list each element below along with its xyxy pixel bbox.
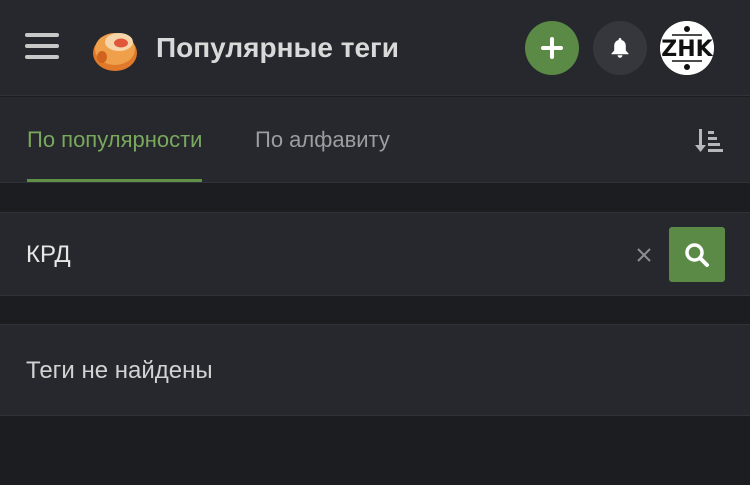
- app-logo-icon[interactable]: [88, 23, 142, 73]
- results-panel: Теги не найдены: [0, 324, 750, 416]
- tabs-bar: По популярности По алфавиту: [0, 97, 750, 183]
- bell-icon: [611, 38, 629, 58]
- plus-icon: [541, 37, 563, 59]
- clear-search-button[interactable]: [632, 243, 656, 267]
- sort-descending-icon: [695, 129, 723, 152]
- notifications-button[interactable]: [593, 21, 647, 75]
- add-button[interactable]: [525, 21, 579, 75]
- search-button[interactable]: [669, 227, 725, 282]
- menu-button[interactable]: [22, 26, 62, 66]
- tab-by-popularity[interactable]: По популярности: [27, 97, 203, 182]
- page-title: Популярные теги: [156, 32, 399, 63]
- avatar[interactable]: ZHK: [660, 21, 714, 75]
- avatar-label: ZHK: [661, 37, 713, 62]
- tag-search-panel: [0, 212, 750, 296]
- tab-alphabetical[interactable]: По алфавиту: [255, 97, 390, 182]
- close-icon: [637, 248, 651, 262]
- tab-by-popularity-label: По популярности: [27, 127, 203, 152]
- active-tab-indicator: [27, 179, 203, 182]
- tag-search-input[interactable]: [26, 233, 616, 277]
- hamburger-menu-icon: [25, 33, 59, 59]
- tab-alphabetical-label: По алфавиту: [255, 127, 390, 152]
- empty-results-message: Теги не найдены: [26, 357, 213, 384]
- top-bar: Популярные теги ZHK: [0, 0, 750, 96]
- sort-button[interactable]: [694, 125, 726, 157]
- search-icon: [685, 242, 709, 267]
